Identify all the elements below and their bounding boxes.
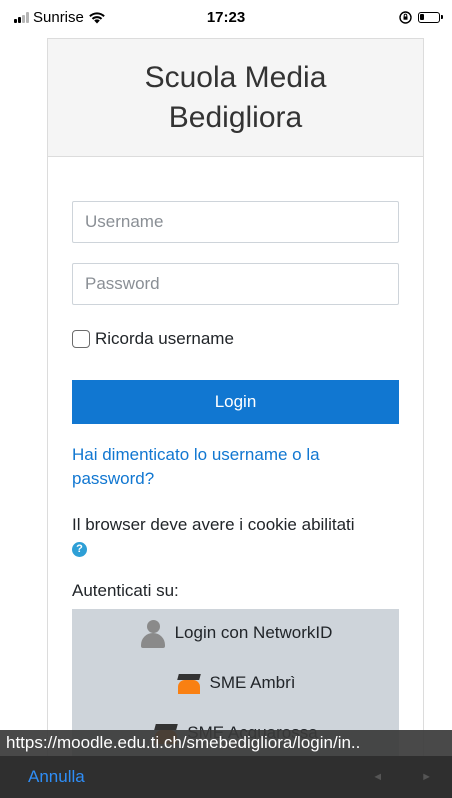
- remember-label: Ricorda username: [95, 329, 234, 348]
- cookie-notice: Il browser deve avere i cookie abilitati: [72, 515, 355, 534]
- next-arrow-icon[interactable]: ►: [421, 771, 432, 783]
- forgot-password-link[interactable]: Hai dimenticato lo username o la passwor…: [72, 443, 372, 491]
- site-name: Scuola Media Bedigliora: [144, 60, 327, 134]
- carrier-name: Sunrise: [33, 8, 84, 26]
- link-preview-toolbar: Annulla ◄ ►: [0, 756, 452, 798]
- wifi-icon: [89, 11, 105, 23]
- phone-screen: Sunrise 17:23 Scuola Media Bedigliora R: [0, 0, 452, 798]
- password-input[interactable]: [72, 263, 399, 305]
- login-card: Scuola Media Bedigliora Ricorda username…: [47, 38, 424, 798]
- status-bar: Sunrise 17:23: [0, 0, 452, 34]
- card-header: Scuola Media Bedigliora: [48, 39, 423, 157]
- moodle-icon: [176, 672, 202, 694]
- battery-icon: [418, 11, 443, 23]
- auth-provider-label: SME Ambrì: [209, 673, 296, 692]
- auth-label: Autenticati su:: [72, 581, 179, 600]
- cancel-button[interactable]: Annulla: [28, 767, 85, 787]
- auth-provider-label: Login con NetworkID: [174, 623, 333, 642]
- help-icon[interactable]: ?: [72, 542, 87, 557]
- nav-arrows: ◄ ►: [372, 771, 432, 783]
- username-input[interactable]: [72, 201, 399, 243]
- auth-provider-networkid[interactable]: Login con NetworkID: [72, 617, 399, 649]
- auth-provider-sme-ambri[interactable]: SME Ambrì: [72, 667, 399, 699]
- link-preview-url: https://moodle.edu.ti.ch/smebedigliora/l…: [0, 730, 452, 756]
- login-button[interactable]: Login: [72, 380, 399, 424]
- status-right-group: [399, 10, 443, 24]
- previous-arrow-icon[interactable]: ◄: [372, 771, 383, 783]
- orientation-lock-icon: [399, 10, 412, 24]
- remember-username-row[interactable]: Ricorda username: [72, 329, 234, 349]
- signal-icon: [14, 11, 29, 23]
- remember-checkbox[interactable]: [72, 330, 90, 348]
- user-icon: [139, 618, 167, 648]
- clock: 17:23: [206, 8, 246, 26]
- carrier-group: Sunrise: [14, 9, 106, 26]
